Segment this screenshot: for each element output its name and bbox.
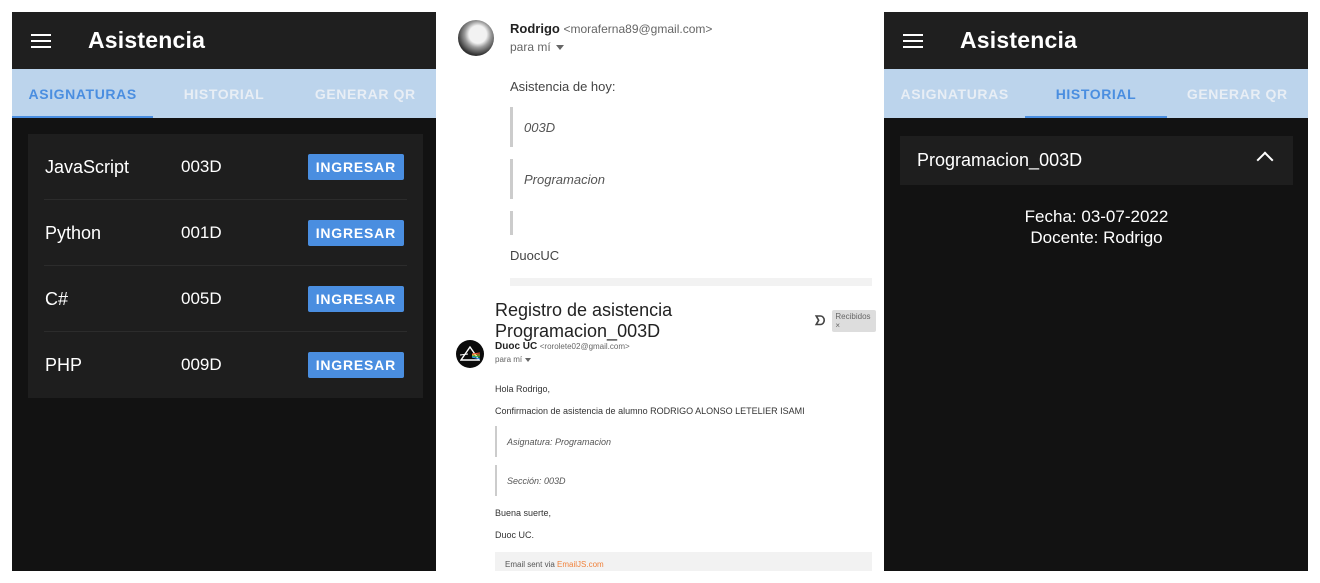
message-divider [510,278,872,286]
ingresar-button[interactable]: INGRESAR [307,220,404,246]
subject-name: C# [45,288,69,309]
prism-logo-icon [460,346,480,361]
tab-generar-qr[interactable]: GENERAR QR [295,69,436,118]
recipient-dropdown[interactable]: para mí [495,355,532,364]
emailjs-link[interactable]: EmailJS.com [557,560,604,569]
app-toolbar: Asistencia [884,12,1308,69]
email-signature: Duoc UC. [495,530,535,540]
attendance-date: Fecha: 03-07-2022 [1024,207,1169,226]
subject-code: 009D [181,355,222,374]
email-intro: Asistencia de hoy: [510,79,616,94]
email-signature: DuocUC [510,248,560,263]
quote-block: Asignatura: Programacion [495,426,611,457]
recipient-label: para mí [510,40,551,54]
sender-avatar[interactable] [456,340,484,368]
important-marker-icon[interactable]: ᗤ [815,313,826,329]
ingresar-button[interactable]: INGRESAR [307,352,404,378]
sender-avatar[interactable] [458,20,494,56]
attendance-app-history: Asistencia ASIGNATURAS HISTORIAL GENERAR… [884,12,1308,571]
chevron-up-icon[interactable] [1256,151,1274,169]
footer-text: Email sent via [505,560,555,569]
tab-historial[interactable]: HISTORIAL [1025,69,1167,118]
recipient-dropdown[interactable]: para mí [510,40,564,54]
quote-block: Sección: 003D [495,465,566,496]
subject-code: 001D [181,223,222,242]
tab-asignaturas[interactable]: ASIGNATURAS [884,69,1025,118]
subject-row-python: Python 001D INGRESAR [28,200,423,266]
subject-code: 005D [181,289,222,308]
menu-icon[interactable] [902,32,924,50]
tab-bar: ASIGNATURAS HISTORIAL GENERAR QR [884,69,1308,118]
app-toolbar: Asistencia [12,12,436,69]
history-item-title: Programacion_003D [917,150,1083,170]
email-greeting: Hola Rodrigo, [495,384,551,394]
quote-block-empty [510,211,524,235]
menu-icon[interactable] [30,32,52,50]
dropdown-caret-icon [525,357,532,362]
tab-asignaturas[interactable]: ASIGNATURAS [12,69,154,118]
subject-name: PHP [45,354,83,375]
ingresar-button[interactable]: INGRESAR [307,154,404,180]
tab-historial[interactable]: HISTORIAL [153,69,294,118]
screenshot-collage: Asistencia ASIGNATURAS HISTORIAL GENERAR… [0,0,1320,583]
subject-row-javascript: JavaScript 003D INGRESAR [28,134,423,200]
app-title: Asistencia [960,27,1078,53]
subject-row-php: PHP 009D INGRESAR [28,332,423,398]
quote-block: Programacion [510,159,605,199]
sender-line: Duoc UC <rorolete02@gmail.com> [495,341,630,352]
email-thread: Rodrigo <moraferna89@gmail.com> para mí … [448,12,876,571]
attendance-app-subjects: Asistencia ASIGNATURAS HISTORIAL GENERAR… [12,12,436,571]
tab-bar: ASIGNATURAS HISTORIAL GENERAR QR [12,69,436,118]
attendance-teacher: Docente: Rodrigo [1030,228,1163,247]
email-footer: Email sent via EmailJS.com [495,552,872,571]
email-closing: Buena suerte, [495,508,552,518]
subject-list: JavaScript 003D INGRESAR Python 001D ING… [28,134,423,398]
sender-email: <moraferna89@gmail.com> [563,22,713,36]
tab-generar-qr[interactable]: GENERAR QR [1167,69,1308,118]
ingresar-button[interactable]: INGRESAR [307,286,404,312]
history-item-details: Fecha: 03-07-2022 Docente: Rodrigo [900,206,1293,248]
subject-text: Registro de asistencia Programacion_003D [495,300,673,341]
subject-name: JavaScript [45,156,130,177]
app-title: Asistencia [88,27,206,53]
recipient-label: para mí [495,355,523,364]
quote-block: 003D [510,107,555,147]
subject-row-csharp: C# 005D INGRESAR [28,266,423,332]
email-subject: Registro de asistencia Programacion_003D… [495,300,876,342]
sender-name: Rodrigo [510,21,560,36]
subject-code: 003D [181,157,222,176]
email-body: Confirmacion de asistencia de alumno ROD… [495,406,805,416]
history-accordion-header[interactable]: Programacion_003D [900,136,1293,185]
sender-line: Rodrigo <moraferna89@gmail.com> [510,21,712,36]
sender-email: <rorolete02@gmail.com> [539,342,630,351]
dropdown-caret-icon [555,44,564,50]
inbox-label-chip[interactable]: Recibidos × [832,310,876,332]
subject-name: Python [45,222,102,243]
sender-name: Duoc UC [495,341,538,352]
